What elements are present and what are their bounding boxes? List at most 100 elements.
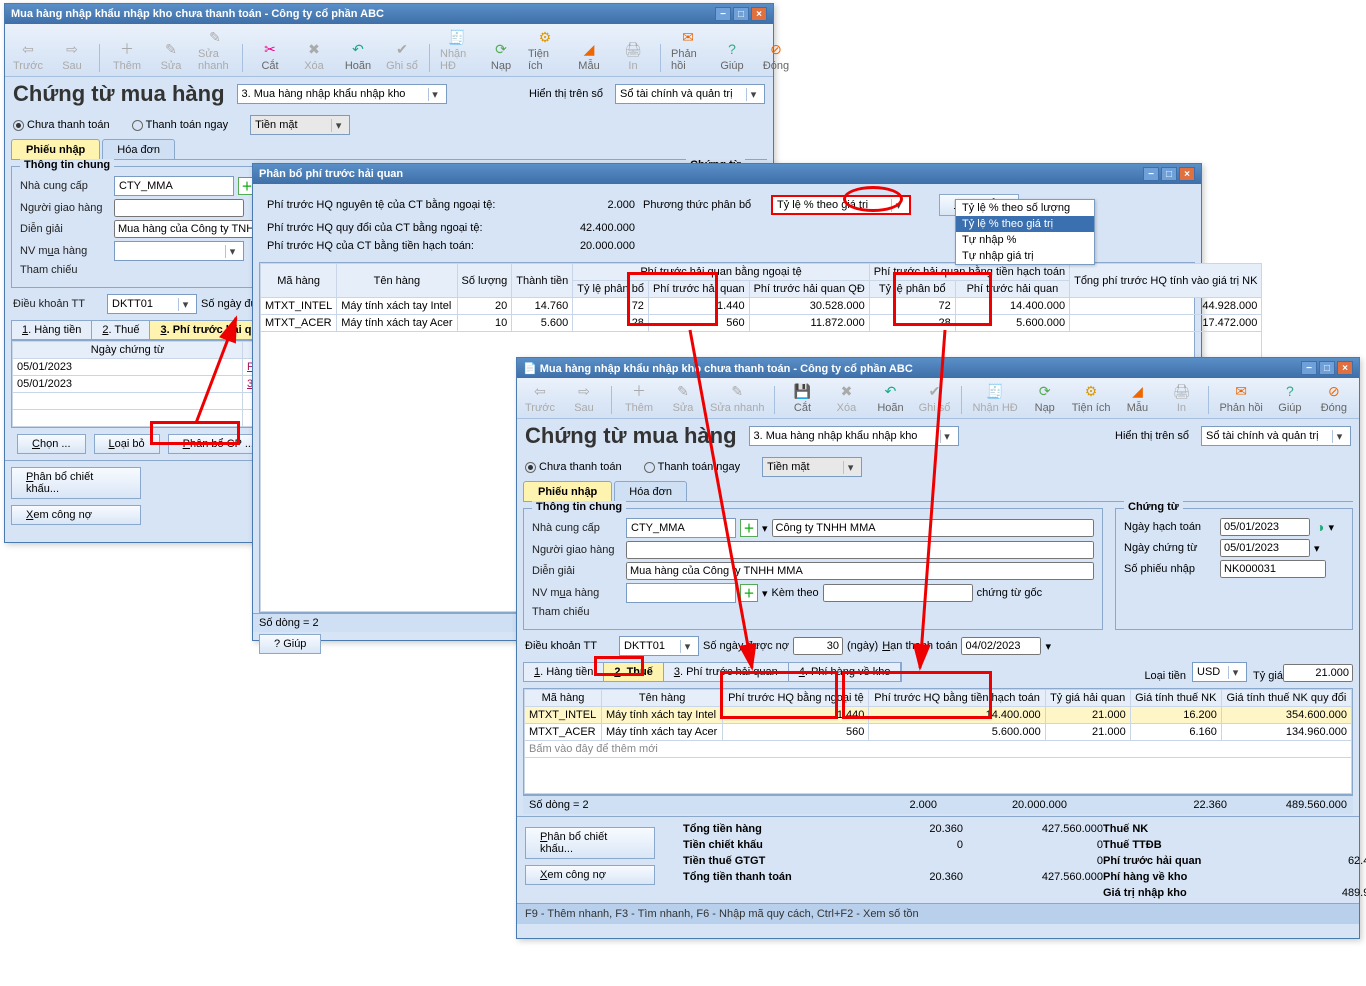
tb-cut[interactable]: ✂Cắt: [253, 40, 287, 72]
tb-edit[interactable]: ✎Sửa: [154, 40, 188, 72]
doc-type-select[interactable]: 3. Mua hàng nhập khẩu nhập kho▾: [749, 426, 959, 446]
tb-post[interactable]: ✔Ghi sổ: [917, 382, 951, 414]
tb-load[interactable]: ⟳Nạp: [1028, 382, 1062, 414]
calendar-icon[interactable]: ◑: [1316, 519, 1324, 535]
tb-tmpl[interactable]: ◢Mẫu: [1120, 382, 1154, 414]
tb-inv[interactable]: 🧾Nhận HĐ: [440, 28, 474, 72]
radio-paynow[interactable]: Thanh toán ngay: [132, 119, 229, 131]
book-select[interactable]: Sổ tài chính và quản trị▾: [1201, 426, 1351, 446]
tb-add[interactable]: ＋Thêm: [110, 40, 144, 72]
tb-prev[interactable]: ⇦Trước: [523, 382, 557, 414]
help-button[interactable]: ? Giúp: [259, 634, 321, 654]
titlebar[interactable]: Phân bổ phí trước hải quan −□×: [253, 164, 1201, 184]
doc-no-field[interactable]: [1220, 560, 1326, 578]
buyer-field[interactable]: [626, 583, 736, 603]
currency-select[interactable]: USD▾: [1192, 662, 1247, 682]
tb-close[interactable]: ⊘Đóng: [759, 40, 793, 72]
tb-load[interactable]: ⟳Nạp: [484, 40, 518, 72]
deliverer-field[interactable]: [626, 541, 1094, 559]
view-debt-button[interactable]: Xem công nợ: [11, 505, 141, 525]
term-select[interactable]: DKTT01▾: [107, 294, 197, 314]
maximize-icon[interactable]: □: [1319, 361, 1335, 375]
allocate-discount-button[interactable]: Phân bổ chiết khấu...: [11, 467, 141, 499]
close-icon[interactable]: ×: [1337, 361, 1353, 375]
tb-print[interactable]: 🖨In: [1164, 382, 1198, 414]
tb-undo[interactable]: ↶Hoãn: [341, 40, 375, 72]
allocate-discount-button[interactable]: Phân bổ chiết khấu...: [525, 827, 655, 859]
table-row[interactable]: MTXT_INTELMáy tính xách tay Intel1.44014…: [525, 707, 1352, 724]
tb-next[interactable]: ⇨Sau: [567, 382, 601, 414]
supplier-field[interactable]: CTY_MMA: [626, 518, 736, 538]
radio-unpaid[interactable]: Chưa thanh toán: [525, 461, 622, 473]
remove-button[interactable]: Loại bỏ: [94, 434, 160, 454]
tb-close[interactable]: ⊘Đóng: [1317, 382, 1351, 414]
tb-util[interactable]: ⚙Tiện ích: [1072, 382, 1111, 414]
deliverer-field[interactable]: [114, 199, 244, 217]
due-field[interactable]: [961, 637, 1041, 655]
buyer-field[interactable]: ▾: [114, 241, 244, 261]
close-icon[interactable]: ×: [1179, 167, 1195, 181]
rate-field[interactable]: [1283, 664, 1353, 682]
tb-help[interactable]: ?Giúp: [715, 40, 749, 72]
tb-feedback[interactable]: ✉Phản hồi: [1219, 382, 1262, 414]
tb-inv[interactable]: 🧾Nhận HĐ: [972, 382, 1017, 414]
minimize-icon[interactable]: −: [715, 7, 731, 21]
supplier-field[interactable]: CTY_MMA: [114, 176, 234, 196]
minimize-icon[interactable]: −: [1143, 167, 1159, 181]
tb-del[interactable]: ✖Xóa: [297, 40, 331, 72]
table-row[interactable]: MTXT_ACERMáy tính xách tay Acer5605.600.…: [525, 724, 1352, 741]
tb-qedit[interactable]: ✎Sửa nhanh: [198, 28, 232, 72]
maximize-icon[interactable]: □: [1161, 167, 1177, 181]
tb-tmpl[interactable]: ◢Mẫu: [572, 40, 606, 72]
tab-invoice[interactable]: Hóa đơn: [102, 139, 175, 159]
choose-button[interactable]: Chọn ...: [17, 434, 86, 454]
view-debt-button[interactable]: Xem công nợ: [525, 865, 655, 885]
tb-save[interactable]: 💾Cắt: [785, 382, 819, 414]
supplier-name-field[interactable]: [772, 519, 1094, 537]
tb-feedback[interactable]: ✉Phản hồi: [671, 28, 705, 72]
subtab-tax[interactable]: 2. Thuế: [604, 663, 664, 681]
radio-paynow[interactable]: Thanh toán ngay: [644, 461, 741, 473]
doc-type-select[interactable]: 3. Mua hàng nhập khẩu nhập kho▾: [237, 84, 447, 104]
tb-post[interactable]: ✔Ghi sổ: [385, 40, 419, 72]
subtab-warehouse[interactable]: 4. Phí hàng về kho: [789, 663, 902, 681]
attach-field[interactable]: [823, 584, 973, 602]
radio-unpaid[interactable]: Chưa thanh toán: [13, 119, 110, 131]
tb-prev[interactable]: ⇦Trước: [11, 40, 45, 72]
doc-date-field[interactable]: [1220, 539, 1310, 557]
plus-icon[interactable]: ＋: [740, 519, 758, 537]
tb-edit[interactable]: ✎Sửa: [666, 382, 700, 414]
tb-help[interactable]: ?Giúp: [1273, 382, 1307, 414]
days-field[interactable]: [793, 637, 843, 655]
tb-del[interactable]: ✖Xóa: [829, 382, 863, 414]
subtab-tax[interactable]: 2. Thuế: [92, 321, 150, 339]
term-select[interactable]: DKTT01▾: [619, 636, 699, 656]
method-dropdown[interactable]: Tỷ lệ % theo số lượng Tỷ lệ % theo giá t…: [955, 199, 1095, 265]
subtab-goods[interactable]: 11. Hàng tiền. Hàng tiền: [12, 321, 92, 339]
tab-receipt[interactable]: Phiếu nhập: [11, 139, 100, 159]
tb-add[interactable]: ＋Thêm: [622, 382, 656, 414]
close-icon[interactable]: ×: [751, 7, 767, 21]
tb-next[interactable]: ⇨Sau: [55, 40, 89, 72]
table-row[interactable]: MTXT_ACERMáy tính xách tay Acer105.600 2…: [261, 315, 1262, 332]
window-title: Mua hàng nhập khẩu nhập kho chưa thanh t…: [11, 8, 384, 20]
minimize-icon[interactable]: −: [1301, 361, 1317, 375]
tab-invoice[interactable]: Hóa đơn: [614, 481, 687, 501]
titlebar[interactable]: Mua hàng nhập khẩu nhập kho chưa thanh t…: [5, 4, 773, 24]
desc-field[interactable]: [626, 562, 1094, 580]
subtab-customs[interactable]: 3. Phí trước hải quan: [664, 663, 789, 681]
acct-date-field[interactable]: [1220, 518, 1310, 536]
tab-receipt[interactable]: Phiếu nhập: [523, 481, 612, 501]
maximize-icon[interactable]: □: [733, 7, 749, 21]
book-select[interactable]: Sổ tài chính và quản trị▾: [615, 84, 765, 104]
titlebar[interactable]: 📄 Mua hàng nhập khẩu nhập kho chưa thanh…: [517, 358, 1359, 378]
tax-grid[interactable]: Mã hàngTên hàngPhí trước HQ bằng ngoại t…: [523, 688, 1353, 795]
tb-util[interactable]: ⚙Tiện ích: [528, 28, 562, 72]
tb-qedit[interactable]: ✎Sửa nhanh: [710, 382, 764, 414]
subtab-goods[interactable]: 1. Hàng tiền: [524, 663, 604, 681]
add-row-hint[interactable]: Bấm vào đây để thêm mới: [525, 741, 1352, 758]
tb-print[interactable]: 🖨In: [616, 40, 650, 72]
table-row[interactable]: MTXT_INTELMáy tính xách tay Intel2014.76…: [261, 298, 1262, 315]
method-select[interactable]: Tỷ lệ % theo giá trị▾: [771, 195, 911, 215]
tb-undo[interactable]: ↶Hoãn: [873, 382, 907, 414]
